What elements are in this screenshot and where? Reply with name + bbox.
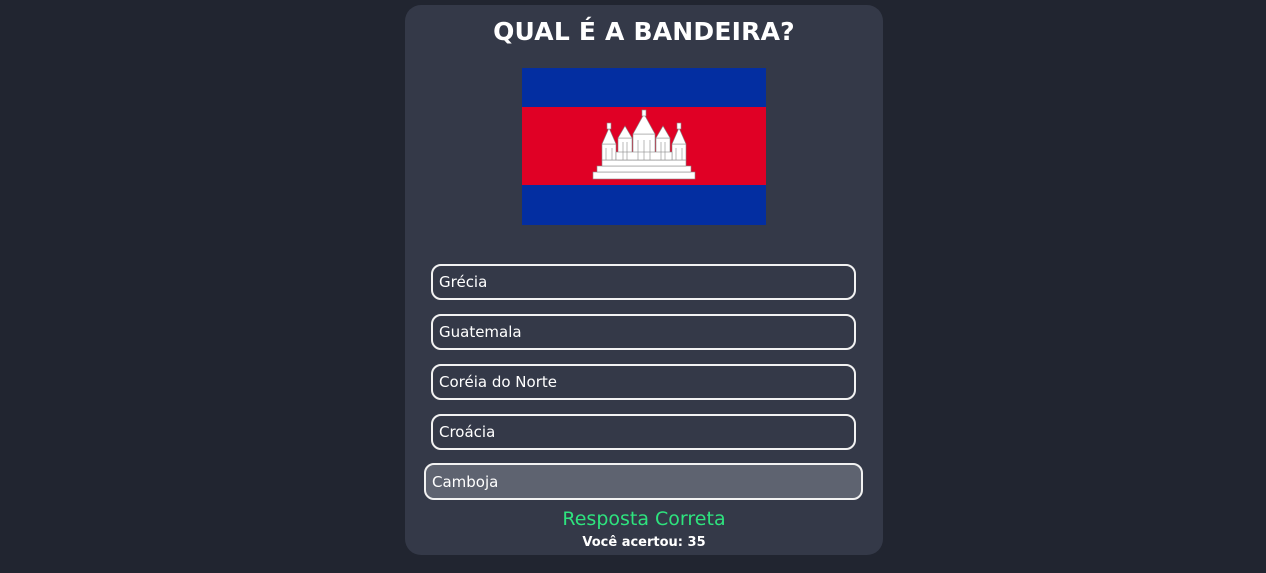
score-value: 35	[687, 535, 706, 550]
cambodia-flag-icon	[522, 68, 766, 225]
option-button[interactable]: Guatemala	[431, 314, 856, 350]
score-text: Você acertou: 35	[405, 535, 883, 550]
option-button-selected[interactable]: Camboja	[424, 463, 863, 500]
quiz-card: QUAL É A BANDEIRA? Grécia Guatemala Coré…	[405, 5, 883, 555]
option-label: Guatemala	[439, 323, 522, 341]
option-label: Grécia	[439, 273, 488, 291]
quiz-title: QUAL É A BANDEIRA?	[493, 17, 795, 46]
option-button[interactable]: Coréia do Norte	[431, 364, 856, 400]
option-button[interactable]: Grécia	[431, 264, 856, 300]
option-label: Croácia	[439, 423, 496, 441]
option-label: Coréia do Norte	[439, 373, 557, 391]
score-label: Você acertou:	[582, 535, 683, 550]
option-label: Camboja	[432, 472, 499, 491]
option-button[interactable]: Croácia	[431, 414, 856, 450]
result-message: Resposta Correta	[562, 508, 726, 530]
